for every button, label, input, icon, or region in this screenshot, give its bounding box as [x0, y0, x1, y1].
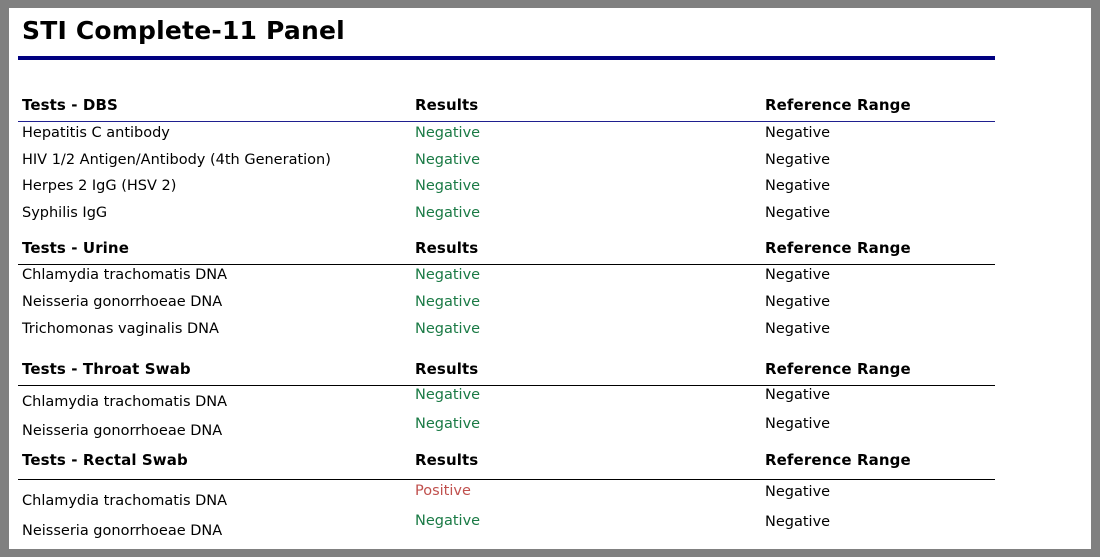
reference-range-value: Negative: [765, 484, 831, 500]
column-header-results: Results: [415, 360, 479, 378]
column-header-results: Results: [415, 239, 479, 257]
section-header-label: Tests - DBS: [22, 96, 118, 114]
reference-range-value: Negative: [765, 416, 831, 432]
reference-range-value: Negative: [765, 152, 831, 168]
result-value: Negative: [415, 321, 481, 337]
reference-range-value: Negative: [765, 267, 831, 283]
column-header-reference-range: Reference Range: [765, 451, 911, 469]
test-name: HIV 1/2 Antigen/Antibody (4th Generation…: [22, 152, 331, 168]
section-header-label: Tests - Throat Swab: [22, 360, 191, 378]
column-header-results: Results: [415, 451, 479, 469]
page-title: STI Complete-11 Panel: [22, 16, 345, 45]
column-header-results: Results: [415, 96, 479, 114]
test-name: Neisseria gonorrhoeae DNA: [22, 523, 223, 539]
report-page: STI Complete-11 Panel Tests - DBS Results…: [0, 0, 1100, 557]
test-name: Neisseria gonorrhoeae DNA: [22, 294, 223, 310]
column-header-reference-range: Reference Range: [765, 239, 911, 257]
result-value: Negative: [415, 513, 481, 529]
column-header-reference-range: Reference Range: [765, 96, 911, 114]
result-value: Negative: [415, 416, 481, 432]
result-value: Negative: [415, 205, 481, 221]
result-value: Negative: [415, 294, 481, 310]
section-divider: [18, 385, 995, 386]
test-name: Trichomonas vaginalis DNA: [22, 321, 219, 337]
reference-range-value: Negative: [765, 178, 831, 194]
title-divider: [18, 56, 995, 60]
column-header-reference-range: Reference Range: [765, 360, 911, 378]
reference-range-value: Negative: [765, 205, 831, 221]
result-value: Negative: [415, 387, 481, 403]
test-name: Chlamydia trachomatis DNA: [22, 267, 228, 283]
reference-range-value: Negative: [765, 294, 831, 310]
result-value: Negative: [415, 125, 481, 141]
reference-range-value: Negative: [765, 514, 831, 530]
report-sheet: STI Complete-11 Panel Tests - DBS Results…: [9, 8, 1091, 549]
test-name: Hepatitis C antibody: [22, 125, 170, 141]
result-value: Positive: [415, 483, 471, 499]
result-value: Negative: [415, 267, 481, 283]
section-header-label: Tests - Rectal Swab: [22, 451, 188, 469]
section-divider: [18, 121, 995, 122]
section-divider: [18, 264, 995, 265]
test-name: Neisseria gonorrhoeae DNA: [22, 423, 223, 439]
test-name: Chlamydia trachomatis DNA: [22, 394, 228, 410]
test-name: Herpes 2 IgG (HSV 2): [22, 178, 177, 194]
section-header-label: Tests - Urine: [22, 239, 129, 257]
reference-range-value: Negative: [765, 321, 831, 337]
result-value: Negative: [415, 152, 481, 168]
result-value: Negative: [415, 178, 481, 194]
reference-range-value: Negative: [765, 125, 831, 141]
section-divider: [18, 479, 995, 480]
test-name: Syphilis IgG: [22, 205, 108, 221]
test-name: Chlamydia trachomatis DNA: [22, 493, 228, 509]
reference-range-value: Negative: [765, 387, 831, 403]
